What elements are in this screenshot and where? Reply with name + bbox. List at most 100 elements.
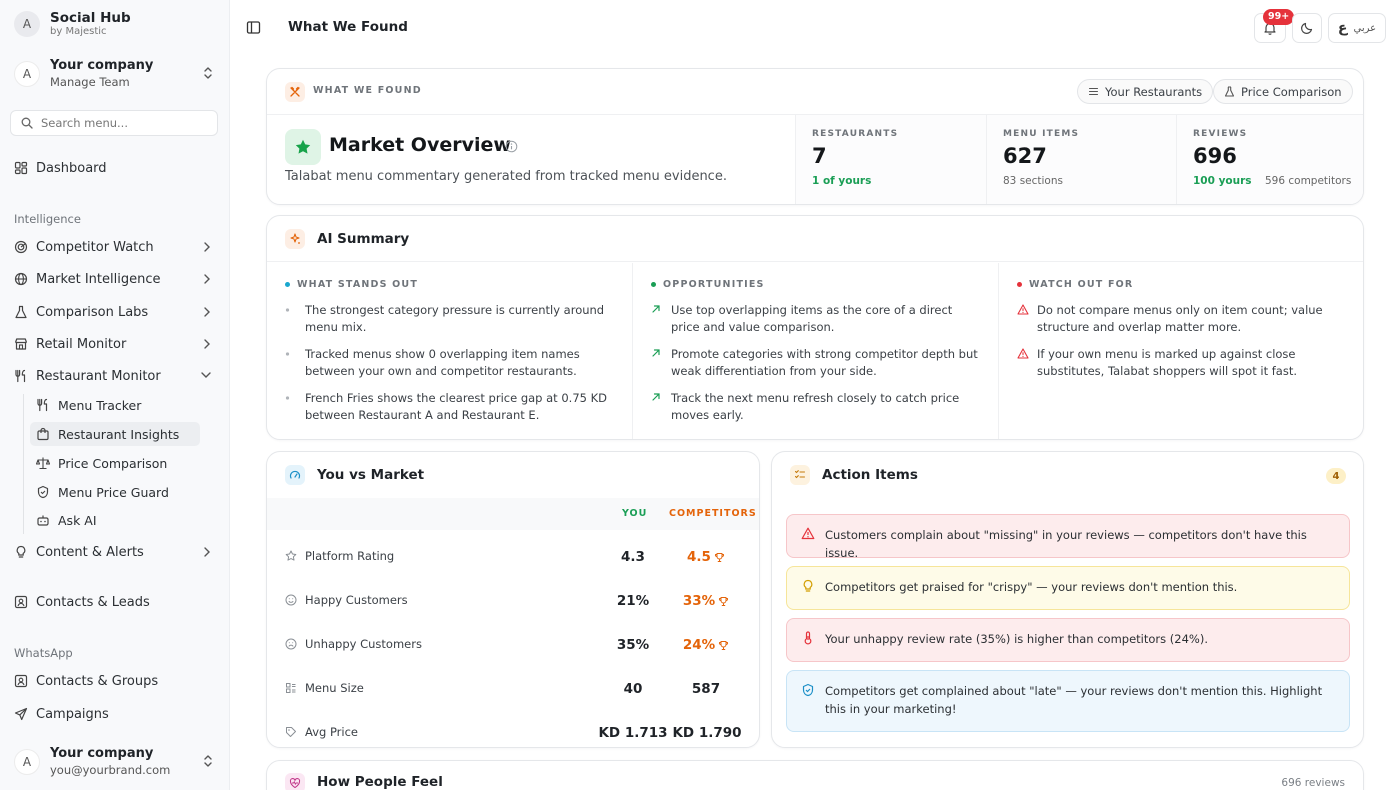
- sidebar-item-restaurant-monitor[interactable]: Restaurant Monitor: [14, 363, 218, 389]
- table-row: Happy Customers 21% 33%: [267, 580, 759, 624]
- sidebar-item-contacts-groups[interactable]: Contacts & Groups: [14, 668, 218, 694]
- sidebar-item-competitor-watch[interactable]: Competitor Watch: [14, 234, 218, 260]
- ai-summary-card: AI Summary WHAT STANDS OUT The strongest…: [266, 215, 1364, 440]
- utensils-icon: [14, 369, 28, 383]
- value-text: KD 1.790: [672, 725, 742, 741]
- arrow-up-right-icon: [651, 302, 661, 336]
- list-item-text: French Fries shows the clearest price ga…: [305, 391, 607, 422]
- stat-restaurants: RESTAURANTS 7 1 of yours: [795, 115, 986, 204]
- frown-icon: [285, 638, 297, 650]
- card-title: How People Feel: [317, 774, 443, 790]
- sidebar-item-contacts-leads[interactable]: Contacts & Leads: [14, 589, 218, 615]
- list-item: Use top overlapping items as the core of…: [651, 302, 981, 336]
- action-items-card: Action Items 4 Customers complain about …: [771, 451, 1364, 748]
- sidebar-search[interactable]: [10, 110, 218, 136]
- shopping-bag-icon: [36, 427, 50, 441]
- bullet-icon: [285, 302, 295, 336]
- sidebar-item-label: Restaurant Monitor: [36, 368, 161, 384]
- chevron-right-icon: [202, 338, 212, 350]
- flask-icon: [14, 305, 28, 319]
- tag-icon: [285, 726, 297, 738]
- search-input[interactable]: [41, 116, 201, 130]
- contact-card-icon: [14, 595, 28, 609]
- bullet-icon: [285, 346, 295, 380]
- stat-reviews: REVIEWS 696 100 yours 596 competitors: [1176, 115, 1363, 204]
- theme-toggle-button[interactable]: [1292, 13, 1322, 43]
- list-item: Track the next menu refresh closely to c…: [651, 390, 981, 424]
- your-restaurants-button[interactable]: Your Restaurants: [1077, 79, 1214, 104]
- smile-icon: [285, 594, 297, 606]
- button-label: Your Restaurants: [1105, 84, 1203, 99]
- action-item[interactable]: Your unhappy review rate (35%) is higher…: [786, 618, 1350, 662]
- info-icon[interactable]: [505, 140, 518, 153]
- brand[interactable]: A Social Hub by Majestic: [14, 10, 131, 38]
- stat-value: 627: [1003, 144, 1047, 168]
- list-item-text: If your own menu is marked up against cl…: [1037, 347, 1297, 378]
- nav-section-whatsapp: WhatsApp: [14, 646, 73, 660]
- grid-icon: [285, 682, 297, 694]
- contact-card-icon: [14, 674, 28, 688]
- trophy-icon: [718, 596, 729, 607]
- card-header: You vs Market: [267, 452, 759, 498]
- lightbulb-icon: [14, 545, 28, 559]
- action-item[interactable]: Competitors get complained about "late" …: [786, 670, 1350, 732]
- company-subtitle: Manage Team: [50, 75, 130, 89]
- thermometer-icon: [801, 630, 815, 661]
- list-item: French Fries shows the clearest price ga…: [285, 390, 625, 424]
- value-competitors: 4.5: [671, 549, 741, 565]
- gauge-icon: [285, 465, 305, 485]
- list-item-text: Use top overlapping items as the core of…: [671, 303, 953, 334]
- sidebar-toggle-icon[interactable]: [246, 20, 261, 35]
- chevrons-up-down-icon: [202, 66, 214, 80]
- stat-subtext: 100 yours: [1193, 175, 1252, 187]
- action-item[interactable]: Competitors get praised for "crispy" — y…: [786, 566, 1350, 610]
- sidebar-item-label: Market Intelligence: [36, 271, 161, 287]
- price-comparison-button[interactable]: Price Comparison: [1213, 79, 1353, 104]
- company-name: Your company: [50, 58, 154, 73]
- row-label-text: Platform Rating: [305, 549, 395, 563]
- sidebar-subitem-price-comparison[interactable]: Price Comparison: [36, 451, 200, 475]
- sidebar-item-campaigns[interactable]: Campaigns: [14, 701, 218, 727]
- sidebar-item-label: Retail Monitor: [36, 336, 127, 352]
- value-competitors: 587: [671, 681, 741, 697]
- row-label: Happy Customers: [285, 593, 408, 607]
- sidebar-item-dashboard[interactable]: Dashboard: [14, 155, 218, 181]
- column-header: WATCH OUT FOR: [1017, 279, 1133, 290]
- sidebar-item-market-intelligence[interactable]: Market Intelligence: [14, 266, 218, 292]
- arrow-up-right-icon: [651, 390, 661, 424]
- value-competitors: KD 1.790: [669, 725, 745, 741]
- action-item-text: Your unhappy review rate (35%) is higher…: [825, 632, 1208, 646]
- sidebar-subitem-restaurant-insights[interactable]: Restaurant Insights: [30, 422, 200, 446]
- page-title: What We Found: [288, 19, 408, 35]
- warning-icon: [1017, 346, 1029, 380]
- language-toggle-button[interactable]: ع عربي: [1328, 13, 1386, 43]
- sidebar-item-content-alerts[interactable]: Content & Alerts: [14, 539, 218, 565]
- value-you: 40: [623, 681, 643, 697]
- sidebar-item-label: Dashboard: [36, 160, 107, 176]
- column-heading: WATCH OUT FOR: [1029, 279, 1134, 290]
- sidebar-subitem-ask-ai[interactable]: Ask AI: [36, 508, 200, 532]
- user-company-name: Your company: [50, 746, 154, 761]
- notification-badge: 99+: [1263, 9, 1295, 25]
- sparkles-icon: [285, 229, 305, 249]
- sidebar-subitem-label: Ask AI: [58, 512, 97, 528]
- sidebar-item-retail-monitor[interactable]: Retail Monitor: [14, 331, 218, 357]
- action-item-text: Competitors get praised for "crispy" — y…: [825, 580, 1238, 594]
- stat-subtext-secondary: 596 competitors: [1265, 175, 1352, 187]
- lightbulb-icon: [801, 578, 815, 609]
- user-menu[interactable]: A Your company you@yourbrand.com: [14, 744, 220, 780]
- row-label-text: Unhappy Customers: [305, 637, 422, 651]
- company-switcher[interactable]: A Your company Manage Team: [14, 56, 220, 92]
- utensils-crossed-icon: [285, 82, 305, 102]
- column-header: OPPORTUNITIES: [651, 279, 765, 290]
- stat-menu-items: MENU ITEMS 627 83 sections: [986, 115, 1176, 204]
- sidebar-item-comparison-labs[interactable]: Comparison Labs: [14, 299, 218, 325]
- action-item[interactable]: Customers complain about "missing" in yo…: [786, 514, 1350, 560]
- sidebar-subitem-menu-price-guard[interactable]: Menu Price Guard: [36, 480, 200, 504]
- button-label: Price Comparison: [1241, 84, 1342, 99]
- table-row: Menu Size 40 587: [267, 668, 759, 712]
- ai-column-opportunities: OPPORTUNITIES Use top overlapping items …: [633, 263, 999, 439]
- table-row: Avg Price KD 1.713 KD 1.790: [267, 712, 759, 747]
- bullet-icon: [285, 390, 295, 424]
- sidebar-subitem-menu-tracker[interactable]: Menu Tracker: [36, 393, 200, 417]
